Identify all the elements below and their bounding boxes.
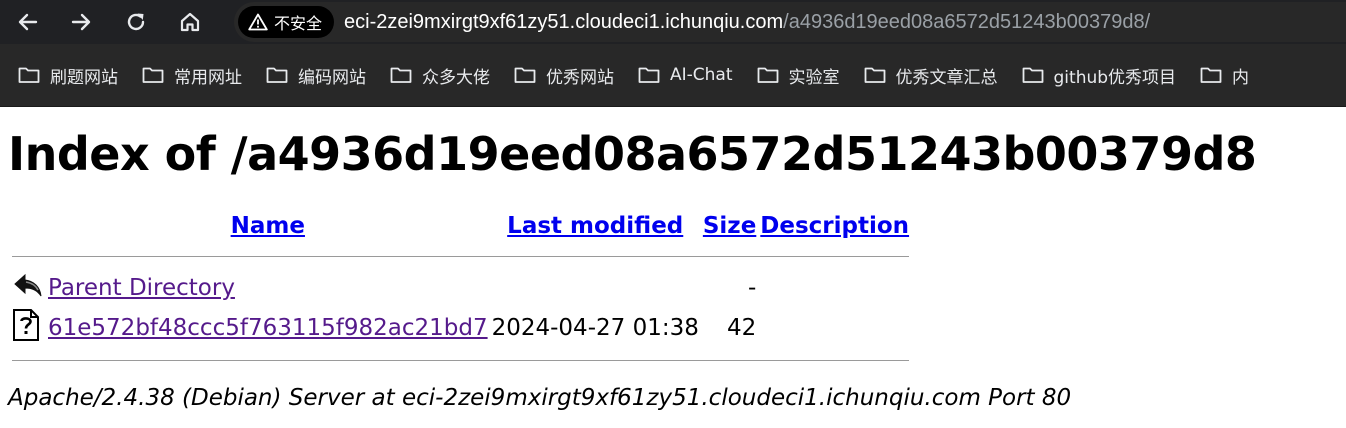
bookmark-label: 刷题网站 <box>50 67 118 88</box>
bookmark-folder[interactable]: AI-Chat <box>634 58 737 92</box>
bookmark-folder[interactable]: 内 <box>1196 58 1253 92</box>
sort-by-last-modified-link[interactable]: Last modified <box>507 213 683 239</box>
bookmark-folder[interactable]: github优秀项目 <box>1018 58 1181 92</box>
horizontal-rule <box>12 359 910 361</box>
folder-icon <box>638 67 660 83</box>
page-title: Index of /a4936d19eed08a6572d51243b00379… <box>8 127 1257 181</box>
bookmark-label: 优秀文章汇总 <box>895 67 998 88</box>
bookmark-label: 编码网站 <box>298 67 366 88</box>
url-text[interactable]: eci-2zei9mxirgt9xf61zy51.cloudeci1.ichun… <box>344 11 1150 34</box>
page-content: Index of /a4936d19eed08a6572d51243b00379… <box>0 107 1346 411</box>
bookmarks-bar: 刷题网站 常用网址 编码网站 众多大佬 优秀网站 AI-Chat 实验室 优秀文… <box>0 44 1346 107</box>
bookmark-label: 常用网址 <box>174 67 242 88</box>
folder-icon <box>1022 67 1043 83</box>
table-row: Parent Directory - <box>12 269 909 307</box>
home-icon <box>180 12 200 32</box>
sort-by-description-link[interactable]: Description <box>760 213 909 239</box>
bookmark-folder[interactable]: 众多大佬 <box>386 58 494 92</box>
reload-button[interactable] <box>118 4 154 40</box>
size-cell: - <box>747 275 757 301</box>
back-icon[interactable] <box>12 269 44 301</box>
table-row: 61e572bf48ccc5f763115f982ac21bd7 2024-04… <box>12 309 909 347</box>
size-cell: 42 <box>727 315 757 341</box>
address-bar[interactable]: 不安全 eci-2zei9mxirgt9xf61zy51.cloudeci1.i… <box>234 2 1346 42</box>
forward-button[interactable] <box>63 4 99 40</box>
icon-column-header <box>12 209 44 243</box>
bookmark-label: 内 <box>1232 67 1250 88</box>
bookmark-label: 众多大佬 <box>422 67 490 88</box>
folder-icon <box>757 67 778 83</box>
description-cell <box>760 309 909 347</box>
security-indicator[interactable]: 不安全 <box>238 6 335 38</box>
separator-row <box>12 349 910 371</box>
bookmark-folder[interactable]: 优秀网站 <box>510 58 618 92</box>
name-cell: Parent Directory <box>48 269 488 307</box>
description-cell <box>760 269 909 307</box>
unknown-file-icon[interactable] <box>12 309 40 341</box>
sort-by-size-link[interactable]: Size <box>703 213 756 239</box>
server-signature: Apache/2.4.38 (Debian) Server at eci-2ze… <box>8 385 1072 411</box>
folder-icon <box>266 67 288 83</box>
bookmark-label: 优秀网站 <box>546 67 614 88</box>
folder-icon <box>18 67 40 83</box>
url-host: eci-2zei9mxirgt9xf61zy51.cloudeci1.ichun… <box>344 10 784 33</box>
bookmark-folder[interactable]: 优秀文章汇总 <box>860 58 1002 92</box>
folder-icon <box>1200 67 1222 83</box>
folder-icon <box>390 67 412 83</box>
back-button[interactable] <box>10 4 46 40</box>
arrow-left-icon <box>18 13 38 31</box>
sort-by-name-link[interactable]: Name <box>231 213 305 239</box>
folder-icon <box>514 67 536 83</box>
folder-icon <box>142 67 164 83</box>
url-path: /a4936d19eed08a6572d51243b00379d8/ <box>783 10 1151 33</box>
arrow-right-icon <box>71 13 91 31</box>
column-header-name: Name <box>48 209 488 243</box>
separator-row <box>12 245 910 267</box>
bookmark-folder[interactable]: 刷题网站 <box>14 58 122 92</box>
column-header-description: Description <box>760 209 909 243</box>
modified-cell: 2024-04-27 01:38 <box>491 315 699 341</box>
security-label: 不安全 <box>274 14 323 33</box>
home-button[interactable] <box>172 4 208 40</box>
table-header-row: Name Last modified Size Description <box>12 209 909 243</box>
folder-icon <box>864 67 885 83</box>
bookmark-label: 实验室 <box>788 67 840 88</box>
modified-cell <box>492 269 699 307</box>
column-header-last-modified: Last modified <box>492 209 699 243</box>
file-link[interactable]: 61e572bf48ccc5f763115f982ac21bd7 <box>48 315 488 341</box>
bookmark-label: github优秀项目 <box>1053 67 1177 88</box>
bookmark-folder[interactable]: 实验室 <box>753 58 844 92</box>
name-cell: 61e572bf48ccc5f763115f982ac21bd7 <box>48 309 488 347</box>
icon-cell <box>12 269 44 307</box>
bookmark-folder[interactable]: 编码网站 <box>262 58 370 92</box>
icon-cell <box>12 309 44 347</box>
column-header-size: Size <box>703 209 756 243</box>
parent-directory-link[interactable]: Parent Directory <box>48 275 235 301</box>
directory-listing: Name Last modified Size Description Pare <box>8 207 913 373</box>
horizontal-rule <box>12 255 910 257</box>
warning-icon <box>248 13 268 31</box>
bookmark-label: AI-Chat <box>670 65 733 85</box>
browser-toolbar: 不安全 eci-2zei9mxirgt9xf61zy51.cloudeci1.i… <box>0 0 1346 44</box>
bookmark-folder[interactable]: 常用网址 <box>138 58 246 92</box>
reload-icon <box>127 13 145 31</box>
